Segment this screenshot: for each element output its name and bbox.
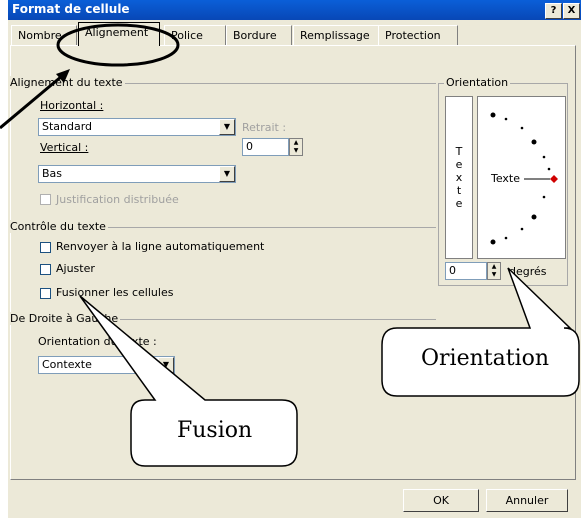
callout-orientation: Orientation — [421, 346, 550, 371]
annotation-arrow — [0, 69, 70, 130]
callout-fusion: Fusion — [177, 418, 253, 443]
